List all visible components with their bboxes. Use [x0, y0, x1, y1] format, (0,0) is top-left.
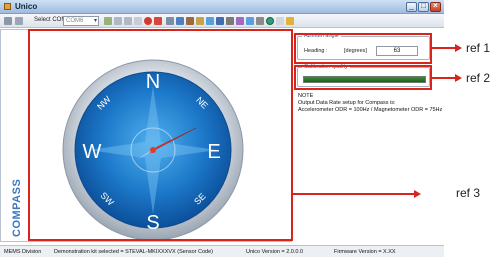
- ref3-label: ref 3: [456, 186, 481, 200]
- status-unico-version: Unico Version = 2.0.0.0: [246, 249, 304, 255]
- com-port-select[interactable]: COM6 ▾: [63, 16, 99, 26]
- ref1-highlight: [294, 33, 432, 64]
- note-line-1: Output Data Rate setup for Compass is:: [298, 100, 396, 106]
- hd-icon[interactable]: [246, 17, 254, 25]
- ref3-highlight: [28, 29, 293, 241]
- minimize-icon: _: [409, 1, 414, 10]
- ref3-arrow-icon: [414, 190, 421, 198]
- minimize-button[interactable]: _: [406, 1, 417, 12]
- start-icon[interactable]: [104, 17, 112, 25]
- cube-icon[interactable]: [206, 17, 214, 25]
- note-block: NOTE Output Data Rate setup for Compass …: [298, 93, 442, 114]
- bar-chart-icon[interactable]: [196, 17, 204, 25]
- tool-icon[interactable]: [186, 17, 194, 25]
- pause-icon[interactable]: [114, 17, 122, 25]
- stop-icon[interactable]: [144, 17, 152, 25]
- options-icon[interactable]: [134, 17, 142, 25]
- ref2-connector: [432, 77, 456, 79]
- settings-icon[interactable]: [256, 17, 264, 25]
- grid-icon[interactable]: [166, 17, 174, 25]
- status-kit: Demonstration kit selected = STEVAL-MKIX…: [54, 249, 214, 255]
- disconnect-icon[interactable]: [15, 17, 23, 25]
- app-icon: [4, 3, 11, 10]
- close-icon: ×: [433, 1, 438, 10]
- com-port-value: COM6: [66, 18, 84, 24]
- ref2-label: ref 2: [466, 71, 491, 85]
- filter-icon[interactable]: [236, 17, 244, 25]
- toolbar: Select COM: COM6 ▾: [0, 14, 444, 28]
- ref1-arrow-icon: [455, 44, 462, 52]
- close-log-icon[interactable]: [154, 17, 162, 25]
- ref2-arrow-icon: [455, 74, 462, 82]
- chevron-down-icon: ▾: [93, 18, 97, 24]
- save-icon[interactable]: [226, 17, 234, 25]
- title-bar: Unico _ □ ×: [0, 0, 444, 14]
- fft-icon[interactable]: [216, 17, 224, 25]
- compass-icon[interactable]: [266, 17, 274, 25]
- inclinometer-icon[interactable]: [276, 17, 284, 25]
- note-line-2: Accelerometer ODR = 100Hz / Magnetometer…: [298, 107, 443, 113]
- connect-icon[interactable]: [4, 17, 12, 25]
- compass-panel-label: COMPASS: [11, 178, 23, 237]
- close-button[interactable]: ×: [430, 1, 441, 12]
- ref3-connector: [293, 193, 415, 195]
- maximize-button[interactable]: □: [418, 1, 429, 12]
- note-title: NOTE: [298, 93, 314, 99]
- ref1-connector: [432, 47, 456, 49]
- maximize-icon: □: [421, 1, 426, 10]
- status-bar: MEMS Division Demonstration kit selected…: [0, 245, 444, 257]
- window-title: Unico: [15, 2, 38, 11]
- plot-icon[interactable]: [176, 17, 184, 25]
- status-division: MEMS Division: [4, 249, 42, 255]
- ref2-highlight: [294, 65, 432, 90]
- status-firmware-version: Firmware Version = X.XX: [334, 249, 396, 255]
- help-icon[interactable]: [286, 17, 294, 25]
- ref1-label: ref 1: [466, 41, 491, 55]
- record-icon[interactable]: [124, 17, 132, 25]
